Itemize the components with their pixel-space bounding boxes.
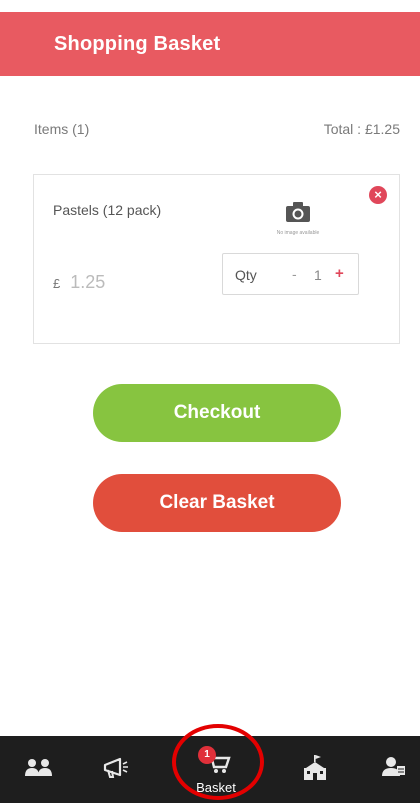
checkout-button[interactable]: Checkout bbox=[93, 384, 341, 442]
basket-total: Total : £1.25 bbox=[323, 121, 400, 137]
item-price: £1.25 bbox=[53, 272, 105, 293]
basket-item-card: Pastels (12 pack) × No image available £… bbox=[33, 174, 400, 344]
bottom-navigation: 1 Basket bbox=[0, 736, 420, 803]
qty-label: Qty bbox=[235, 267, 257, 283]
qty-decrease-button[interactable]: - bbox=[292, 266, 297, 282]
nav-item-school[interactable] bbox=[296, 736, 336, 803]
app-header: Shopping Basket bbox=[0, 12, 420, 76]
megaphone-icon bbox=[103, 757, 128, 778]
price-currency: £ bbox=[53, 276, 61, 291]
camera-icon bbox=[286, 202, 310, 222]
clear-basket-button[interactable]: Clear Basket bbox=[93, 474, 341, 532]
nav-item-people[interactable] bbox=[18, 736, 58, 803]
nav-label-basket: Basket bbox=[196, 780, 236, 795]
item-name: Pastels (12 pack) bbox=[53, 202, 162, 218]
items-count: Items (1) bbox=[34, 121, 90, 137]
price-value: 1.25 bbox=[70, 272, 106, 292]
nav-item-basket[interactable]: 1 Basket bbox=[172, 736, 264, 803]
nav-item-news[interactable] bbox=[96, 736, 136, 803]
remove-item-button[interactable]: × bbox=[369, 186, 387, 204]
school-icon bbox=[304, 755, 326, 780]
quantity-stepper: Qty - 1 + bbox=[222, 253, 359, 295]
qty-value: 1 bbox=[314, 267, 322, 283]
no-image-placeholder: No image available bbox=[272, 201, 324, 236]
people-icon bbox=[25, 759, 52, 776]
page-title: Shopping Basket bbox=[54, 33, 221, 55]
shopping-basket-screen: Shopping Basket Items (1) Total : £1.25 … bbox=[0, 0, 420, 803]
qty-increase-button[interactable]: + bbox=[335, 265, 344, 282]
nav-item-profile[interactable] bbox=[376, 736, 416, 803]
basket-count-badge: 1 bbox=[198, 746, 216, 764]
profile-icon bbox=[382, 757, 405, 776]
no-image-text: No image available bbox=[276, 230, 320, 236]
